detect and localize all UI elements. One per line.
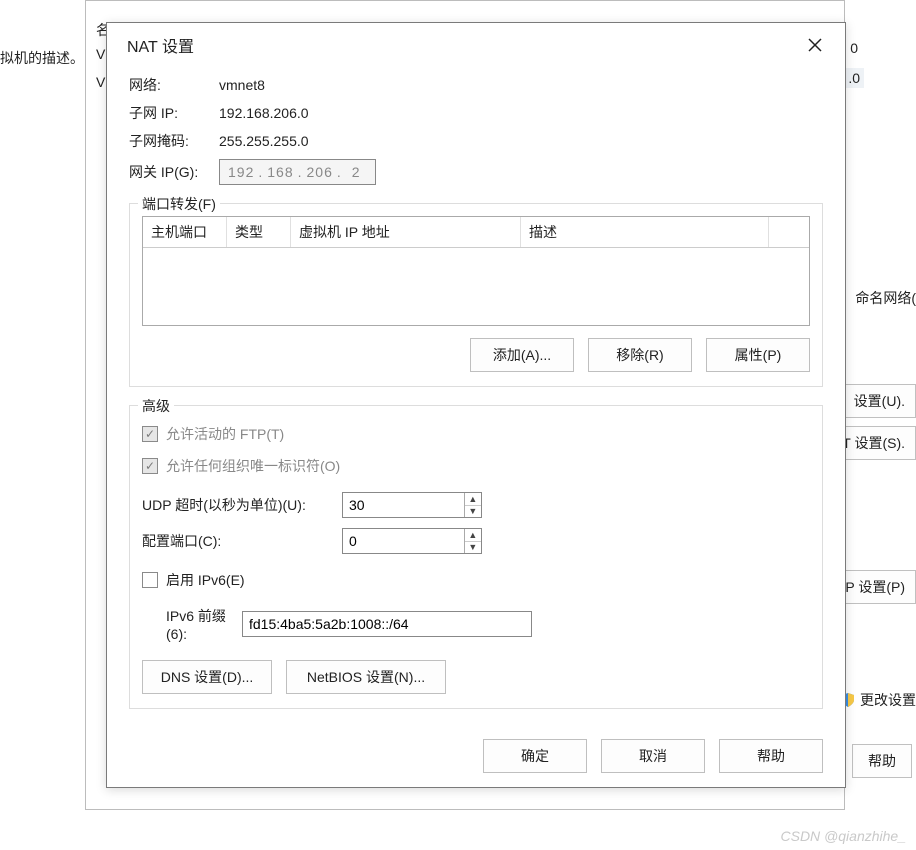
remove-button[interactable]: 移除(R) — [588, 338, 692, 372]
add-button[interactable]: 添加(A)... — [470, 338, 574, 372]
bg-vm-row: V — [96, 40, 105, 68]
port-forwarding-table[interactable]: 主机端口 类型 虚拟机 IP 地址 描述 — [142, 216, 810, 326]
allow-org-checkbox[interactable]: ✓ — [142, 458, 158, 474]
gateway-ip-label: 网关 IP(G): — [129, 162, 219, 182]
nat-settings-dialog: NAT 设置 网络: vmnet8 子网 IP: 192.168.206.0 子… — [106, 22, 846, 788]
spinner-up-icon[interactable]: ▲ — [465, 493, 481, 506]
allow-ftp-checkbox[interactable]: ✓ — [142, 426, 158, 442]
close-icon — [807, 37, 823, 53]
bg-named-network-label: 命名网络( — [855, 288, 916, 308]
ip-octet: 2 — [344, 164, 369, 180]
enable-ipv6-label: 启用 IPv6(E) — [166, 570, 245, 590]
bg-vm-row: V — [96, 68, 105, 96]
pf-col-spacer — [769, 217, 809, 247]
config-port-input[interactable] — [343, 529, 464, 553]
dialog-footer: 确定 取消 帮助 — [483, 739, 823, 773]
port-forwarding-legend: 端口转发(F) — [138, 194, 220, 214]
pf-col-host-port[interactable]: 主机端口 — [143, 217, 227, 247]
help-button[interactable]: 帮助 — [719, 739, 823, 773]
pf-col-desc[interactable]: 描述 — [521, 217, 769, 247]
spinner-down-icon[interactable]: ▼ — [465, 506, 481, 518]
subnet-mask-label: 子网掩码: — [129, 131, 219, 151]
bg-left-text: 拟机的描述。 — [0, 48, 84, 68]
bg-change-settings-label: 更改设置 — [860, 690, 916, 710]
bg-vm-rows: V V — [96, 40, 105, 96]
netbios-settings-button[interactable]: NetBIOS 设置(N)... — [286, 660, 446, 694]
ip-octet: 192 — [226, 164, 256, 180]
config-port-label: 配置端口(C): — [142, 531, 342, 551]
ok-button[interactable]: 确定 — [483, 739, 587, 773]
cancel-button[interactable]: 取消 — [601, 739, 705, 773]
pf-col-vm-ip[interactable]: 虚拟机 IP 地址 — [291, 217, 521, 247]
network-value: vmnet8 — [219, 77, 265, 93]
pf-col-type[interactable]: 类型 — [227, 217, 291, 247]
subnet-ip-value: 192.168.206.0 — [219, 105, 309, 121]
bg-settings-p-button[interactable]: P 设置(P) — [834, 570, 916, 604]
dialog-title: NAT 设置 — [127, 33, 194, 57]
enable-ipv6-checkbox[interactable]: ✓ — [142, 572, 158, 588]
ipv6-prefix-label: IPv6 前缀(6): — [142, 606, 242, 642]
udp-timeout-label: UDP 超时(以秒为单位)(U): — [142, 495, 342, 515]
udp-timeout-input[interactable] — [343, 493, 464, 517]
spinner-down-icon[interactable]: ▼ — [465, 542, 481, 554]
ip-octet: 206 — [305, 164, 335, 180]
bg-change-settings-button[interactable]: 更改设置 — [840, 690, 916, 710]
network-label: 网络: — [129, 75, 219, 95]
subnet-mask-value: 255.255.255.0 — [219, 133, 309, 149]
ip-octet: 168 — [265, 164, 295, 180]
gateway-ip-field[interactable]: 192. 168. 206. 2 — [219, 159, 376, 185]
port-forwarding-group: 端口转发(F) 主机端口 类型 虚拟机 IP 地址 描述 添加(A)... 移除… — [129, 203, 823, 387]
config-port-spinner[interactable]: ▲ ▼ — [342, 528, 482, 554]
pf-header-row: 主机端口 类型 虚拟机 IP 地址 描述 — [143, 217, 809, 248]
ipv6-prefix-input[interactable] — [242, 611, 532, 637]
bg-help-button[interactable]: 帮助 — [852, 744, 912, 778]
udp-timeout-spinner[interactable]: ▲ ▼ — [342, 492, 482, 518]
allow-ftp-label: 允许活动的 FTP(T) — [166, 424, 284, 444]
allow-org-label: 允许任何组织唯一标识符(O) — [166, 456, 340, 476]
advanced-group: 高级 ✓ 允许活动的 FTP(T) ✓ 允许任何组织唯一标识符(O) UDP 超… — [129, 405, 823, 709]
dns-settings-button[interactable]: DNS 设置(D)... — [142, 660, 272, 694]
dialog-titlebar: NAT 设置 — [107, 23, 845, 67]
close-button[interactable] — [797, 27, 833, 63]
subnet-ip-label: 子网 IP: — [129, 103, 219, 123]
watermark: CSDN @qianzhihe_ — [781, 828, 907, 844]
bg-settings-u-button[interactable]: 设置(U). — [843, 384, 916, 418]
properties-button[interactable]: 属性(P) — [706, 338, 810, 372]
bg-row-trail: 0 — [850, 40, 858, 56]
advanced-legend: 高级 — [138, 396, 174, 416]
spinner-up-icon[interactable]: ▲ — [465, 529, 481, 542]
bg-row-trail: .0 — [844, 68, 864, 88]
